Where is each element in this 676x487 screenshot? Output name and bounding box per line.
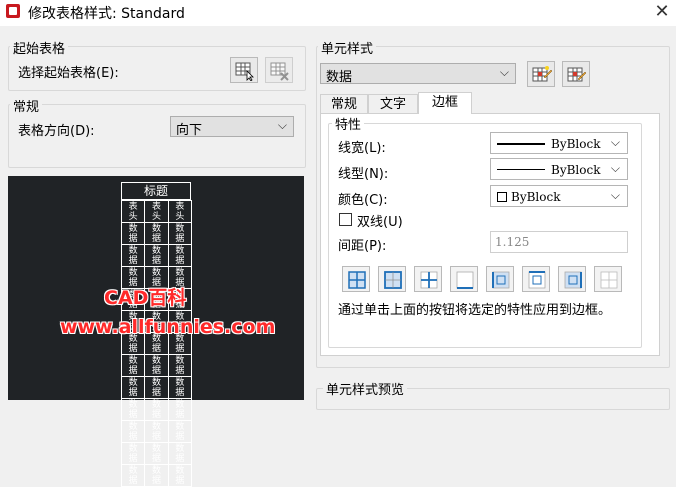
select-table-icon [235,62,254,81]
lineweight-value: ByBlock [551,137,601,151]
right-border-icon [564,271,582,289]
preview-data-cell: 数 据 [144,376,169,399]
preview-data-cell: 数 据 [121,442,146,465]
lineweight-sample-line [497,143,545,145]
chevron-down-icon: ⌵ [277,118,287,132]
preview-header-cell: 表 头 [144,200,169,223]
no-border-button[interactable] [594,266,622,292]
linetype-label: 线型(N): [338,167,389,182]
preview-data-cell: 数 据 [144,244,169,267]
color-select[interactable]: ByBlock ⌵ [490,185,628,207]
general-group-title: 常规 [10,96,43,115]
new-cell-style-icon [532,66,552,82]
color-label: 颜色(C): [338,193,388,208]
color-value: ByBlock [511,190,561,204]
watermark-title: CAD百科 [104,287,187,309]
cell-style-preview-title: 单元样式预览 [323,379,408,398]
select-table-button[interactable] [230,57,258,83]
chevron-down-icon: ⌵ [610,188,620,202]
cell-style-value: 数据 [326,70,353,85]
bottom-border-icon [456,271,474,289]
preview-data-cell: 数 据 [167,376,192,399]
preview-data-cell: 数 据 [121,354,146,377]
preview-data-cell: 数 据 [167,398,192,421]
linetype-value: ByBlock [551,163,601,177]
table-direction-value: 向下 [176,123,203,138]
preview-data-cell: 数 据 [121,244,146,267]
preview-data-cell: 数 据 [121,464,146,487]
preview-title-cell: 标题 [121,182,191,200]
tab-general[interactable]: 常规 [320,94,368,114]
lineweight-select[interactable]: ByBlock ⌵ [490,132,628,154]
linetype-select[interactable]: ByBlock ⌵ [490,158,628,180]
spacing-input[interactable]: 1.125 [490,231,628,253]
double-line-checkbox[interactable] [339,213,352,226]
outside-borders-button[interactable] [378,266,406,292]
preview-data-cell: 数 据 [144,420,169,443]
window-title: 修改表格样式: Standard [28,6,185,22]
properties-group-title: 特性 [332,114,365,133]
preview-header-cell: 表 头 [121,200,146,223]
spacing-value: 1.125 [495,235,530,249]
top-border-button[interactable] [522,266,550,292]
start-table-group-title: 起始表格 [10,38,69,57]
inside-borders-icon [420,271,438,289]
preview-data-cell: 数 据 [167,222,192,245]
cell-style-select[interactable]: 数据 ⌵ [320,63,516,85]
delete-table-icon [270,62,289,81]
spacing-label: 间距(P): [338,239,387,254]
all-borders-button[interactable] [342,266,370,292]
preview-data-cell: 数 据 [144,222,169,245]
preview-data-cell: 数 据 [144,464,169,487]
preview-data-cell: 数 据 [144,354,169,377]
preview-data-cell: 数 据 [167,420,192,443]
close-icon[interactable]: ✕ [648,0,676,24]
preview-data-cell: 数 据 [167,442,192,465]
manage-cell-styles-icon [567,67,587,82]
right-border-button[interactable] [558,266,586,292]
preview-data-cell: 数 据 [144,398,169,421]
manage-cell-styles-button[interactable] [562,61,590,87]
chevron-down-icon: ⌵ [610,161,620,175]
preview-data-cell: 数 据 [121,376,146,399]
left-border-icon [492,271,510,289]
tab-text[interactable]: 文字 [368,94,418,114]
chevron-down-icon: ⌵ [610,135,620,149]
preview-data-cell: 数 据 [121,398,146,421]
preview-data-cell: 数 据 [121,420,146,443]
preview-header-cell: 表 头 [167,200,192,223]
inside-borders-button[interactable] [414,266,442,292]
preview-data-cell: 数 据 [167,464,192,487]
border-hint-text: 通过单击上面的按钮将选定的特性应用到边框。 [338,303,612,318]
table-direction-select[interactable]: 向下 ⌵ [170,116,294,138]
chevron-down-icon: ⌵ [499,65,509,79]
cell-style-group-title: 单元样式 [318,38,377,57]
no-border-icon [600,271,618,289]
outside-borders-icon [384,271,402,289]
top-border-icon [528,271,546,289]
active-tab-joiner [419,112,471,114]
select-start-table-label: 选择起始表格(E): [18,66,119,81]
table-direction-label: 表格方向(D): [18,124,95,139]
lineweight-label: 线宽(L): [338,141,386,156]
color-swatch [497,192,507,202]
watermark-url: www.allfunnies.com [60,316,276,338]
left-border-button[interactable] [486,266,514,292]
preview-data-cell: 数 据 [121,222,146,245]
preview-data-cell: 数 据 [167,354,192,377]
all-borders-icon [348,271,366,289]
app-icon [6,4,20,18]
double-line-label: 双线(U) [357,215,403,230]
delete-table-button[interactable] [265,57,293,83]
linetype-sample-line [497,169,545,170]
preview-data-cell: 数 据 [167,244,192,267]
tab-borders[interactable]: 边框 [418,92,472,114]
bottom-border-button[interactable] [450,266,478,292]
new-cell-style-button[interactable] [527,61,555,87]
preview-data-cell: 数 据 [144,442,169,465]
